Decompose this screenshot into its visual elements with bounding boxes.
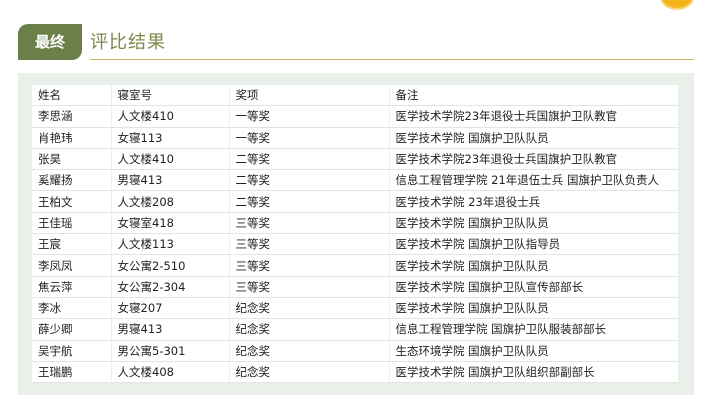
cell-dorm: 人文楼408 [111,361,230,384]
section-title: 评比结果 [90,32,166,53]
cell-name: 薛少卿 [32,318,112,341]
cell-dorm: 男公寓5-301 [111,340,230,362]
cell-name: 王佳瑶 [32,212,112,235]
table-row: 吴宇航 男公寓5-301 纪念奖 生态环境学院 国旗护卫队队员 [32,340,678,362]
cell-award: 纪念奖 [229,361,390,384]
cell-award: 纪念奖 [229,318,390,341]
cell-award: 三等奖 [229,212,390,235]
cell-dorm: 女公寓2-510 [111,254,230,277]
results-panel: 姓名 寝室号 奖项 备注 李思涵 人文楼410 一等奖 医学技术学院23年退役士兵国旗… [18,73,694,395]
cell-remark: 医学技术学院 国旗护卫队指导员 [389,233,678,256]
cell-remark: 信息工程管理学院 国旗护卫队服装部部长 [389,318,678,341]
cell-remark: 医学技术学院 国旗护卫队队员 [389,297,678,320]
cell-remark: 医学技术学院23年退役士兵国旗护卫队教官 [389,105,678,128]
table-header-row: 姓名 寝室号 奖项 备注 [32,85,678,107]
cell-remark: 医学技术学院 国旗护卫队队员 [389,127,678,149]
cell-dorm: 人文楼410 [111,105,230,128]
table-row: 王宸 人文楼113 三等奖 医学技术学院 国旗护卫队指导员 [32,233,678,256]
cell-dorm: 男寝413 [111,318,230,341]
section-header: 最终 评比结果 [18,22,694,60]
table-row: 李冰 女寝207 纪念奖 医学技术学院 国旗护卫队队员 [32,297,678,320]
table-row: 奚耀扬 男寝413 二等奖 信息工程管理学院 21年退伍士兵 国旗护卫队负责人 [32,169,678,192]
cell-dorm: 女公寓2-304 [111,276,230,298]
corner-circle-icon[interactable] [662,0,692,8]
column-header-award: 奖项 [229,85,390,107]
cell-name: 焦云萍 [32,276,112,298]
results-table-body: 姓名 寝室号 奖项 备注 李思涵 人文楼410 一等奖 医学技术学院23年退役士兵国旗… [32,85,678,384]
cell-award: 三等奖 [229,254,390,277]
cell-dorm: 人文楼410 [111,148,230,171]
cell-dorm: 男寝413 [111,169,230,192]
table-row: 李思涵 人文楼410 一等奖 医学技术学院23年退役士兵国旗护卫队教官 [32,105,678,128]
cell-remark: 医学技术学院 国旗护卫队队员 [389,212,678,235]
section-badge: 最终 [18,24,82,60]
cell-remark: 医学技术学院 23年退役士兵 [389,190,678,213]
cell-name: 王柏文 [32,190,112,213]
cell-name: 李冰 [32,297,112,320]
cell-name: 奚耀扬 [32,169,112,192]
cell-remark: 医学技术学院 国旗护卫队宣传部部长 [389,276,678,298]
table-row: 肖艳玮 女寝113 一等奖 医学技术学院 国旗护卫队队员 [32,127,678,149]
cell-name: 李思涵 [32,105,112,128]
page: 最终 评比结果 姓名 寝室号 奖项 备注 李思涵 人文楼410 一等奖 医学技术学院2… [0,0,701,405]
table-row: 薛少卿 男寝413 纪念奖 信息工程管理学院 国旗护卫队服装部部长 [32,318,678,341]
cell-award: 三等奖 [229,233,390,256]
cell-dorm: 人文楼208 [111,190,230,213]
cell-award: 二等奖 [229,148,390,171]
cell-award: 二等奖 [229,190,390,213]
header-divider [90,59,694,60]
cell-remark: 医学技术学院 国旗护卫队队员 [389,254,678,277]
cell-name: 王宸 [32,233,112,256]
cell-name: 肖艳玮 [32,127,112,149]
cell-remark: 医学技术学院23年退役士兵国旗护卫队教官 [389,148,678,171]
cell-remark: 生态环境学院 国旗护卫队队员 [389,340,678,362]
cell-award: 一等奖 [229,105,390,128]
results-table: 姓名 寝室号 奖项 备注 李思涵 人文楼410 一等奖 医学技术学院23年退役士兵国旗… [32,85,678,384]
cell-name: 王瑞鹏 [32,361,112,384]
cell-award: 纪念奖 [229,340,390,362]
table-row: 张昊 人文楼410 二等奖 医学技术学院23年退役士兵国旗护卫队教官 [32,148,678,171]
cell-award: 一等奖 [229,127,390,149]
table-row: 王柏文 人文楼208 二等奖 医学技术学院 23年退役士兵 [32,190,678,213]
cell-name: 李凤凤 [32,254,112,277]
cell-dorm: 女寝室418 [111,212,230,235]
cell-name: 张昊 [32,148,112,171]
cell-award: 二等奖 [229,169,390,192]
cell-award: 三等奖 [229,276,390,298]
table-row: 王瑞鹏 人文楼408 纪念奖 医学技术学院 国旗护卫队组织部副部长 [32,361,678,384]
cell-dorm: 女寝113 [111,127,230,149]
table-row: 王佳瑶 女寝室418 三等奖 医学技术学院 国旗护卫队队员 [32,212,678,235]
column-header-remark: 备注 [389,85,678,107]
results-table-container: 姓名 寝室号 奖项 备注 李思涵 人文楼410 一等奖 医学技术学院23年退役士兵国旗… [32,85,678,384]
column-header-dorm: 寝室号 [111,85,230,107]
cell-name: 吴宇航 [32,340,112,362]
table-row: 李凤凤 女公寓2-510 三等奖 医学技术学院 国旗护卫队队员 [32,254,678,277]
cell-award: 纪念奖 [229,297,390,320]
cell-dorm: 女寝207 [111,297,230,320]
table-row: 焦云萍 女公寓2-304 三等奖 医学技术学院 国旗护卫队宣传部部长 [32,276,678,298]
cell-remark: 信息工程管理学院 21年退伍士兵 国旗护卫队负责人 [389,169,678,192]
column-header-name: 姓名 [32,85,112,107]
cell-dorm: 人文楼113 [111,233,230,256]
cell-remark: 医学技术学院 国旗护卫队组织部副部长 [389,361,678,384]
